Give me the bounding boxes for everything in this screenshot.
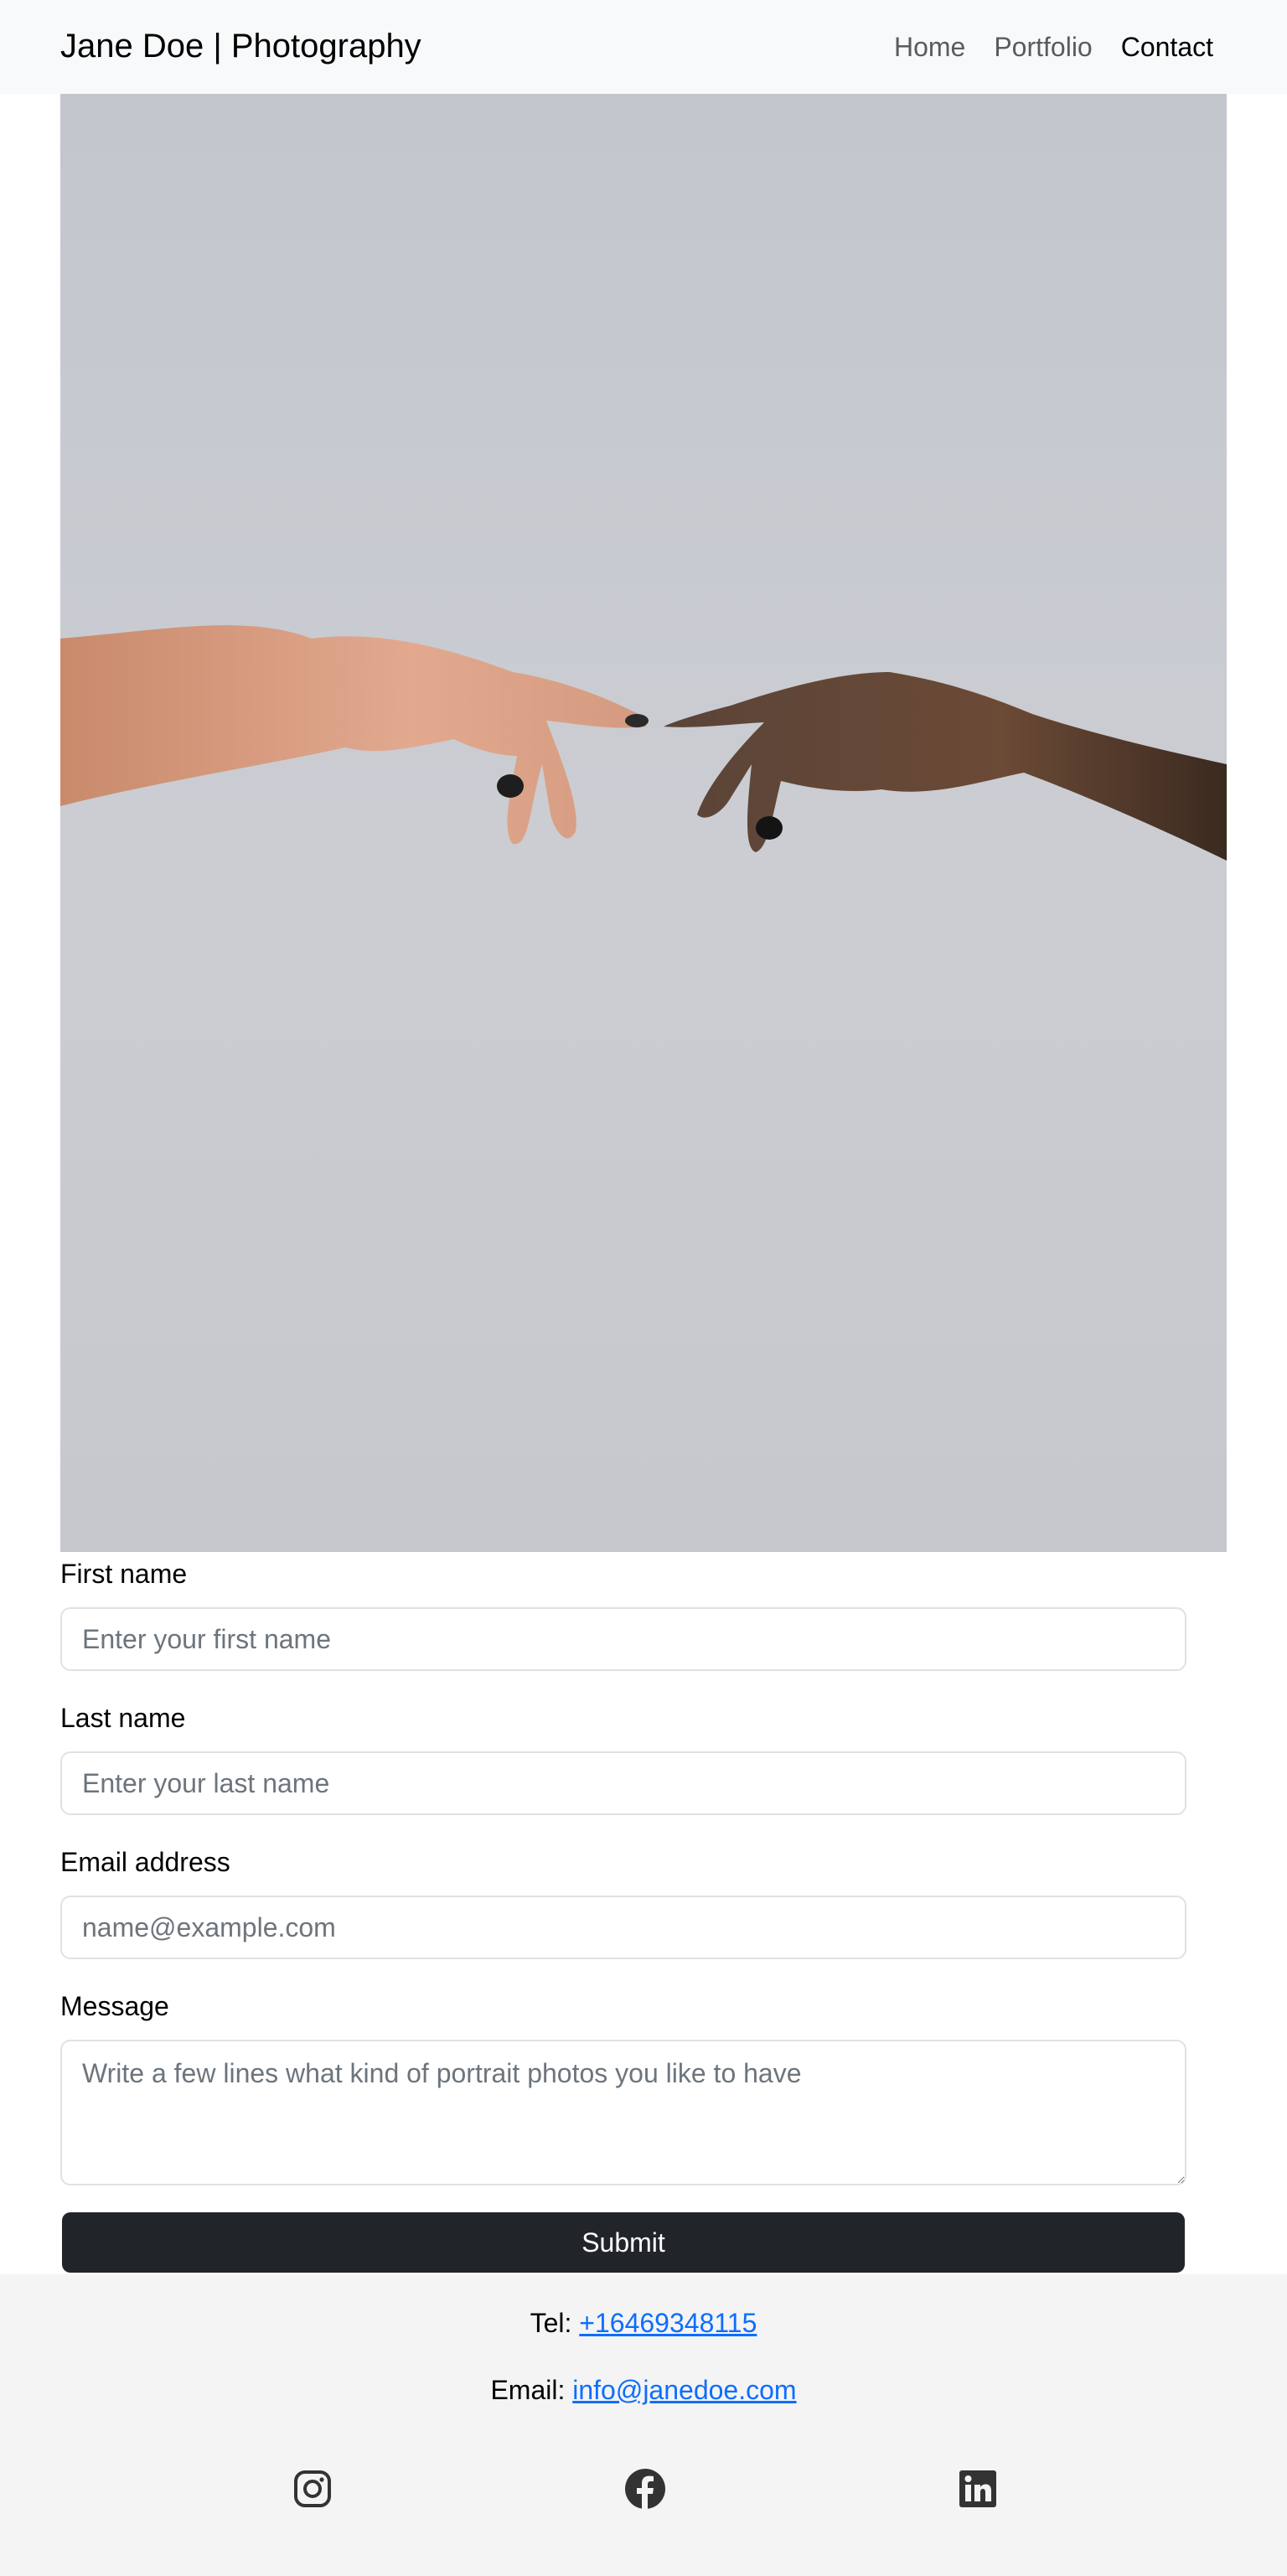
hands-reaching-illustration (60, 94, 1227, 1552)
tel-line: Tel: +16469348115 (0, 2306, 1287, 2340)
tel-link[interactable]: +16469348115 (579, 2308, 757, 2338)
email-link[interactable]: info@janedoe.com (572, 2375, 796, 2405)
nav-portfolio[interactable]: Portfolio (994, 30, 1092, 64)
email-line: Email: info@janedoe.com (0, 2373, 1287, 2407)
first-name-input[interactable] (60, 1607, 1186, 1671)
email-label: Email address (60, 1847, 230, 1877)
submit-button[interactable]: Submit (62, 2212, 1185, 2273)
message-label: Message (60, 1991, 169, 2021)
last-name-input[interactable] (60, 1751, 1186, 1815)
nav-links: Home Portfolio Contact (894, 30, 1213, 64)
brand-link[interactable]: Jane Doe | Photography (60, 25, 421, 67)
hero-photo (60, 94, 1227, 1552)
tel-prefix: Tel: (530, 2308, 580, 2338)
email-input[interactable] (60, 1896, 1186, 1959)
footer: Tel: +16469348115 Email: info@janedoe.co… (0, 2274, 1287, 2576)
message-textarea[interactable] (60, 2040, 1186, 2185)
right-nail (756, 816, 783, 840)
left-nail (497, 774, 524, 798)
navbar: Jane Doe | Photography Home Portfolio Co… (0, 0, 1287, 94)
email-prefix: Email: (490, 2375, 573, 2405)
instagram-icon[interactable] (292, 2469, 333, 2509)
linkedin-icon[interactable] (958, 2469, 998, 2509)
nav-contact[interactable]: Contact (1121, 30, 1213, 64)
first-name-label: First name (60, 1559, 188, 1589)
nav-home[interactable]: Home (894, 30, 965, 64)
facebook-icon[interactable] (625, 2469, 665, 2509)
last-name-label: Last name (60, 1703, 186, 1733)
